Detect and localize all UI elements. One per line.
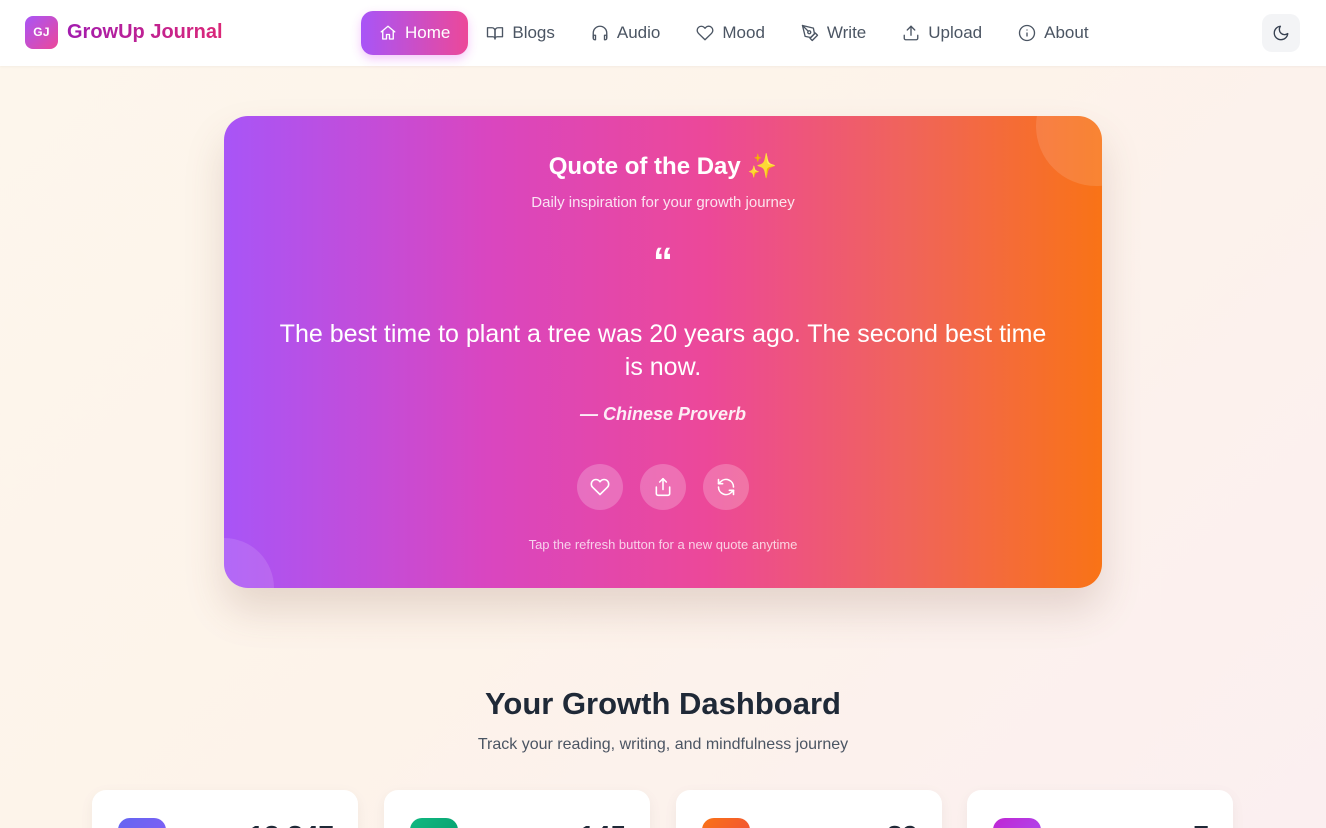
nav-item-label: Upload xyxy=(928,23,983,42)
nav-item-upload[interactable]: Upload xyxy=(884,11,1000,55)
home-icon xyxy=(380,25,396,40)
share-quote-button[interactable] xyxy=(640,464,686,510)
nav-item-label: Audio xyxy=(616,23,661,42)
quote-of-the-day-card: Quote of the Day ✨ Daily inspiration for… xyxy=(224,116,1102,588)
pen-icon xyxy=(801,24,819,42)
stat-card[interactable]: 12,847 xyxy=(92,790,358,828)
main-nav: Home Blogs Audio Mood Write Upload About xyxy=(361,11,1107,55)
refresh-icon xyxy=(717,478,735,496)
like-quote-button[interactable] xyxy=(577,464,623,510)
quote-subtitle: Daily inspiration for your growth journe… xyxy=(531,194,795,211)
theme-toggle-button[interactable] xyxy=(1262,14,1300,52)
heart-icon xyxy=(696,25,714,41)
share-icon xyxy=(655,477,671,497)
info-icon xyxy=(1018,24,1036,42)
upload-icon xyxy=(903,25,919,41)
nav-item-write[interactable]: Write xyxy=(783,11,884,55)
quote-text: The best time to plant a tree was 20 yea… xyxy=(279,320,1047,381)
nav-item-label: About xyxy=(1044,23,1089,42)
stat-icon xyxy=(410,818,458,828)
stat-icon xyxy=(118,818,166,828)
quote-actions xyxy=(224,464,1102,510)
stat-value: 145 xyxy=(579,820,626,828)
brand[interactable]: GJ GrowUp Journal xyxy=(25,15,223,49)
nav-item-label: Blogs xyxy=(512,23,555,42)
stat-card[interactable]: 145 xyxy=(384,790,650,828)
stat-value: 12,847 xyxy=(248,820,334,828)
dashboard-subtitle: Track your reading, writing, and mindful… xyxy=(477,736,849,753)
nav-item-home[interactable]: Home xyxy=(361,11,469,55)
quote-author: — Chinese Proverb xyxy=(579,404,747,424)
heart-icon xyxy=(590,478,610,496)
brand-logo: GJ xyxy=(25,15,58,49)
stat-card[interactable]: 7 xyxy=(967,790,1233,828)
quote-mark-icon: “ xyxy=(653,240,673,284)
nav-item-label: Write xyxy=(826,23,867,42)
dashboard-title: Your Growth Dashboard xyxy=(485,686,841,721)
top-navbar: GJ GrowUp Journal Home Blogs Audio Mood … xyxy=(0,0,1326,66)
nav-item-label: Home xyxy=(405,23,451,42)
nav-item-label: Mood xyxy=(722,23,765,42)
book-icon xyxy=(487,27,504,40)
stat-card[interactable]: 89 xyxy=(676,790,942,828)
stat-value: 7 xyxy=(1193,820,1209,828)
nav-item-audio[interactable]: Audio xyxy=(573,11,678,55)
quote-title: Quote of the Day ✨ xyxy=(548,153,778,180)
nav-item-blogs[interactable]: Blogs xyxy=(468,11,573,55)
headphones-icon xyxy=(592,25,608,41)
brand-name: GrowUp Journal xyxy=(67,20,223,43)
moon-icon xyxy=(1273,25,1289,41)
stat-value: 89 xyxy=(887,820,918,828)
refresh-quote-button[interactable] xyxy=(703,464,749,510)
nav-item-mood[interactable]: Mood xyxy=(678,11,783,55)
stat-icon xyxy=(702,818,750,828)
nav-item-about[interactable]: About xyxy=(1000,11,1106,55)
quote-hint: Tap the refresh button for a new quote a… xyxy=(528,537,798,552)
stat-icon xyxy=(993,818,1041,828)
